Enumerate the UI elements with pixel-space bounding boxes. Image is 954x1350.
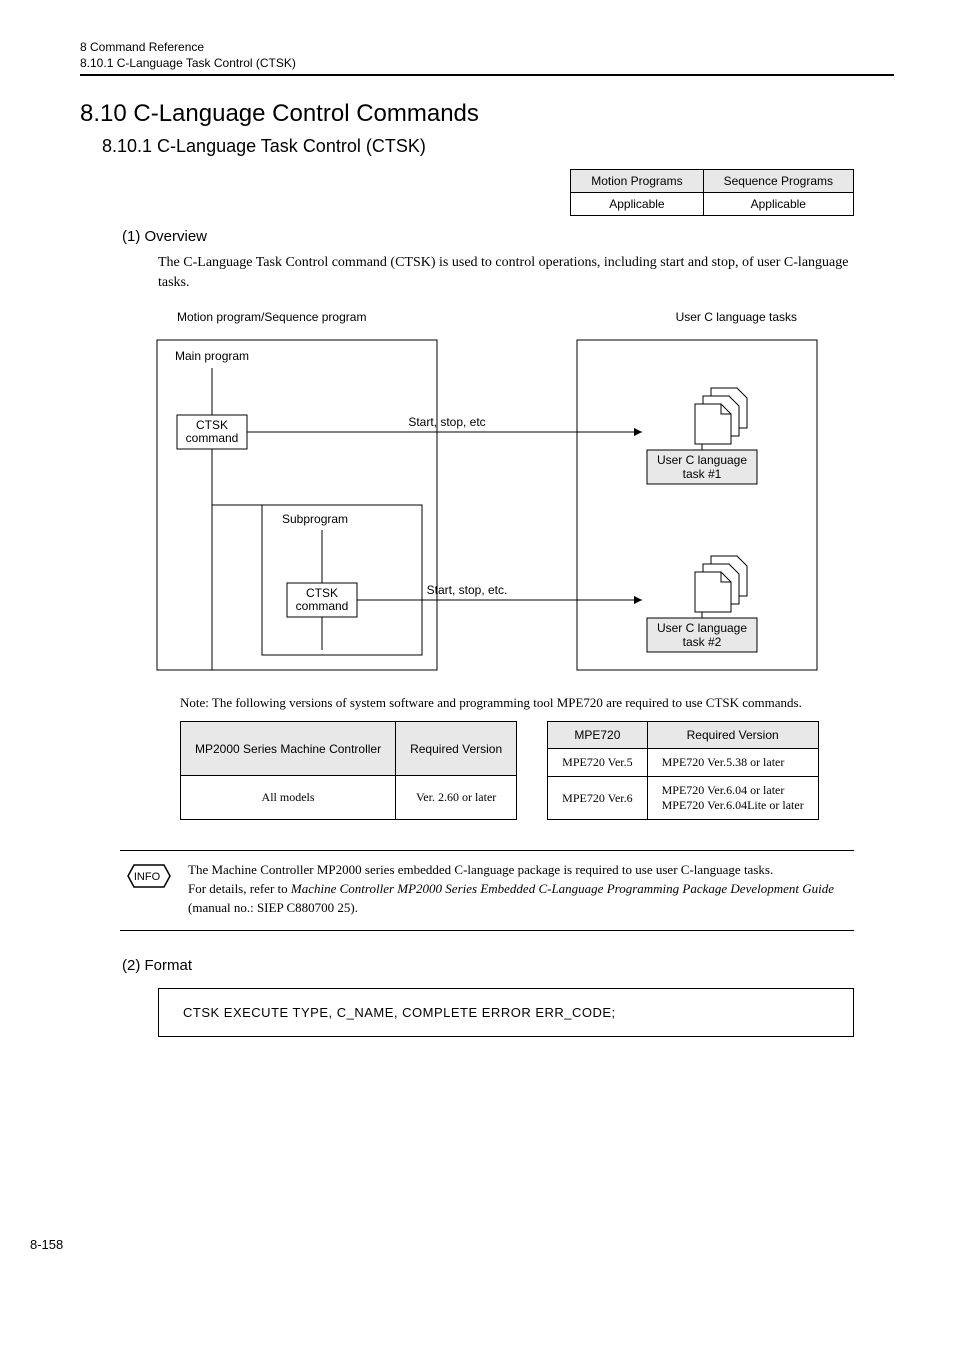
header-section: 8.10.1 C-Language Task Control (CTSK) — [80, 56, 894, 70]
mpe720-version-table: MPE720 Required Version MPE720 Ver.5 MPE… — [547, 721, 819, 820]
info-text: The Machine Controller MP2000 series emb… — [188, 861, 854, 918]
t2-r2c1: MPE720 Ver.6 — [548, 777, 647, 820]
stacked-docs-icon — [695, 388, 747, 444]
stacked-docs-icon — [695, 556, 747, 612]
info-callout: INFO The Machine Controller MP2000 serie… — [120, 850, 854, 931]
format-heading: (2) Format — [122, 957, 894, 974]
info-line2c: (manual no.: SIEP C880700 25). — [188, 900, 358, 915]
info-line2b: Machine Controller MP2000 Series Embedde… — [291, 881, 834, 896]
diag-task1-l2: task #1 — [683, 467, 722, 481]
diag-start-stop2: Start, stop, etc. — [427, 583, 508, 597]
diag-task2-l2: task #2 — [683, 635, 722, 649]
diag-ctsk1-l1: CTSK — [196, 418, 228, 432]
t2-r1c2: MPE720 Ver.5.38 or later — [647, 749, 818, 777]
header-chapter: 8 Command Reference — [80, 40, 894, 54]
header-rule — [80, 74, 894, 76]
diag-ctsk1-l2: command — [186, 431, 239, 445]
note-text: Note: The following versions of system s… — [180, 695, 834, 711]
info-badge-icon: INFO — [120, 861, 174, 891]
section-heading-1: 8.10 C-Language Control Commands — [80, 100, 894, 128]
diagram-left-title: Motion program/Sequence program — [177, 310, 366, 324]
version-tables: MP2000 Series Machine Controller Require… — [180, 721, 854, 820]
diagram-right-title: User C language tasks — [676, 310, 797, 324]
diag-ctsk2-l1: CTSK — [306, 586, 338, 600]
applicability-col1: Motion Programs — [571, 170, 703, 193]
t2-r1c1: MPE720 Ver.5 — [548, 749, 647, 777]
t1-h2: Required Version — [396, 722, 517, 776]
diag-ctsk2-l2: command — [296, 599, 349, 613]
diag-task2-l1: User C language — [657, 621, 747, 635]
applicability-val2: Applicable — [703, 193, 853, 216]
format-code: CTSK EXECUTE TYPE, C_NAME, COMPLETE ERRO… — [158, 988, 854, 1037]
page-number: 8-158 — [30, 1237, 63, 1252]
diag-subprogram-label: Subprogram — [282, 512, 348, 526]
t2-h2: Required Version — [647, 722, 818, 749]
diag-main-program-label: Main program — [175, 349, 249, 363]
t1-r1c1: All models — [181, 776, 396, 820]
info-line2a: For details, refer to — [188, 881, 291, 896]
diagram: Motion program/Sequence program User C l… — [147, 310, 827, 683]
applicability-val1: Applicable — [571, 193, 703, 216]
overview-text: The C-Language Task Control command (CTS… — [158, 253, 854, 292]
t1-r1c2: Ver. 2.60 or later — [396, 776, 517, 820]
t2-h1: MPE720 — [548, 722, 647, 749]
diag-task1-l1: User C language — [657, 453, 747, 467]
applicability-col2: Sequence Programs — [703, 170, 853, 193]
t1-h1: MP2000 Series Machine Controller — [181, 722, 396, 776]
info-line1: The Machine Controller MP2000 series emb… — [188, 862, 773, 877]
controller-version-table: MP2000 Series Machine Controller Require… — [180, 721, 517, 820]
section-heading-2: 8.10.1 C-Language Task Control (CTSK) — [102, 136, 894, 157]
applicability-table: Motion Programs Sequence Programs Applic… — [570, 169, 854, 216]
diag-start-stop1: Start, stop, etc — [408, 415, 485, 429]
diagram-svg: Main program CTSK command Subprogram CTS… — [147, 330, 827, 680]
overview-heading: (1) Overview — [122, 228, 894, 245]
svg-text:INFO: INFO — [134, 871, 161, 883]
t2-r2c2: MPE720 Ver.6.04 or laterMPE720 Ver.6.04L… — [647, 777, 818, 820]
